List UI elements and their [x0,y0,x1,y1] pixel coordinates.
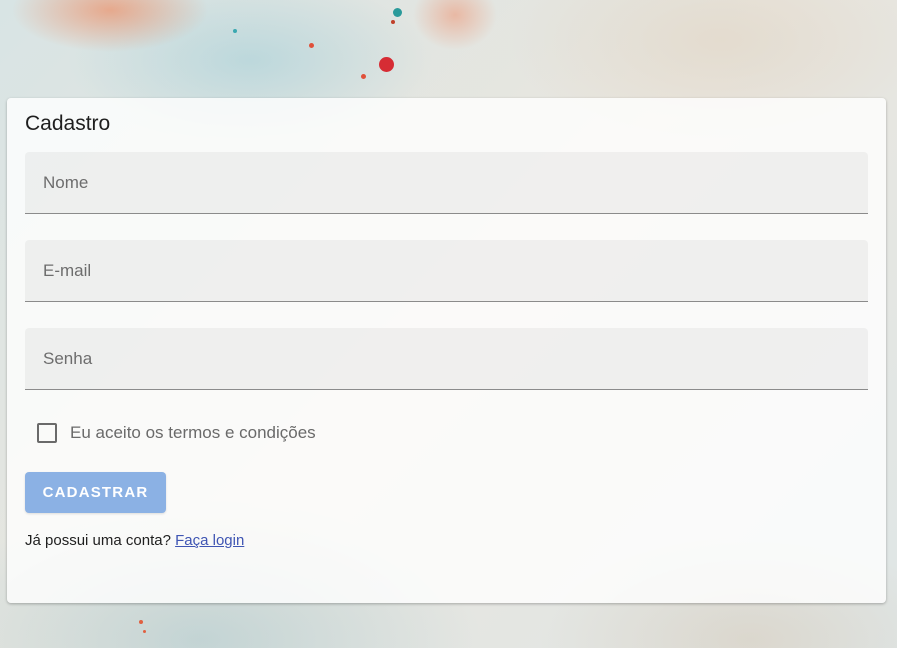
terms-row[interactable]: Eu aceito os termos e condições [25,415,868,451]
background-splash [391,20,395,24]
login-prompt-text: Já possui uma conta? [25,532,171,549]
submit-button[interactable]: CADASTRAR [25,472,166,513]
name-field[interactable] [25,152,868,214]
password-input[interactable] [25,328,868,389]
background-splash [379,57,394,72]
password-field[interactable] [25,328,868,390]
name-input[interactable] [25,152,868,213]
background-splash [139,620,143,624]
background-splash [309,43,314,48]
login-link[interactable]: Faça login [175,532,244,549]
email-input[interactable] [25,240,868,301]
background-splash [233,29,237,33]
email-field[interactable] [25,240,868,302]
signup-card: Cadastro Eu aceito os termos e condições… [7,98,886,603]
background-splash [143,630,146,633]
form-title: Cadastro [25,112,111,135]
background-splash [361,74,366,79]
login-prompt-row: Já possui uma conta? Faça login [25,532,868,549]
terms-checkbox[interactable] [37,423,57,443]
background-splash [393,8,402,17]
terms-label[interactable]: Eu aceito os termos e condições [70,423,316,443]
